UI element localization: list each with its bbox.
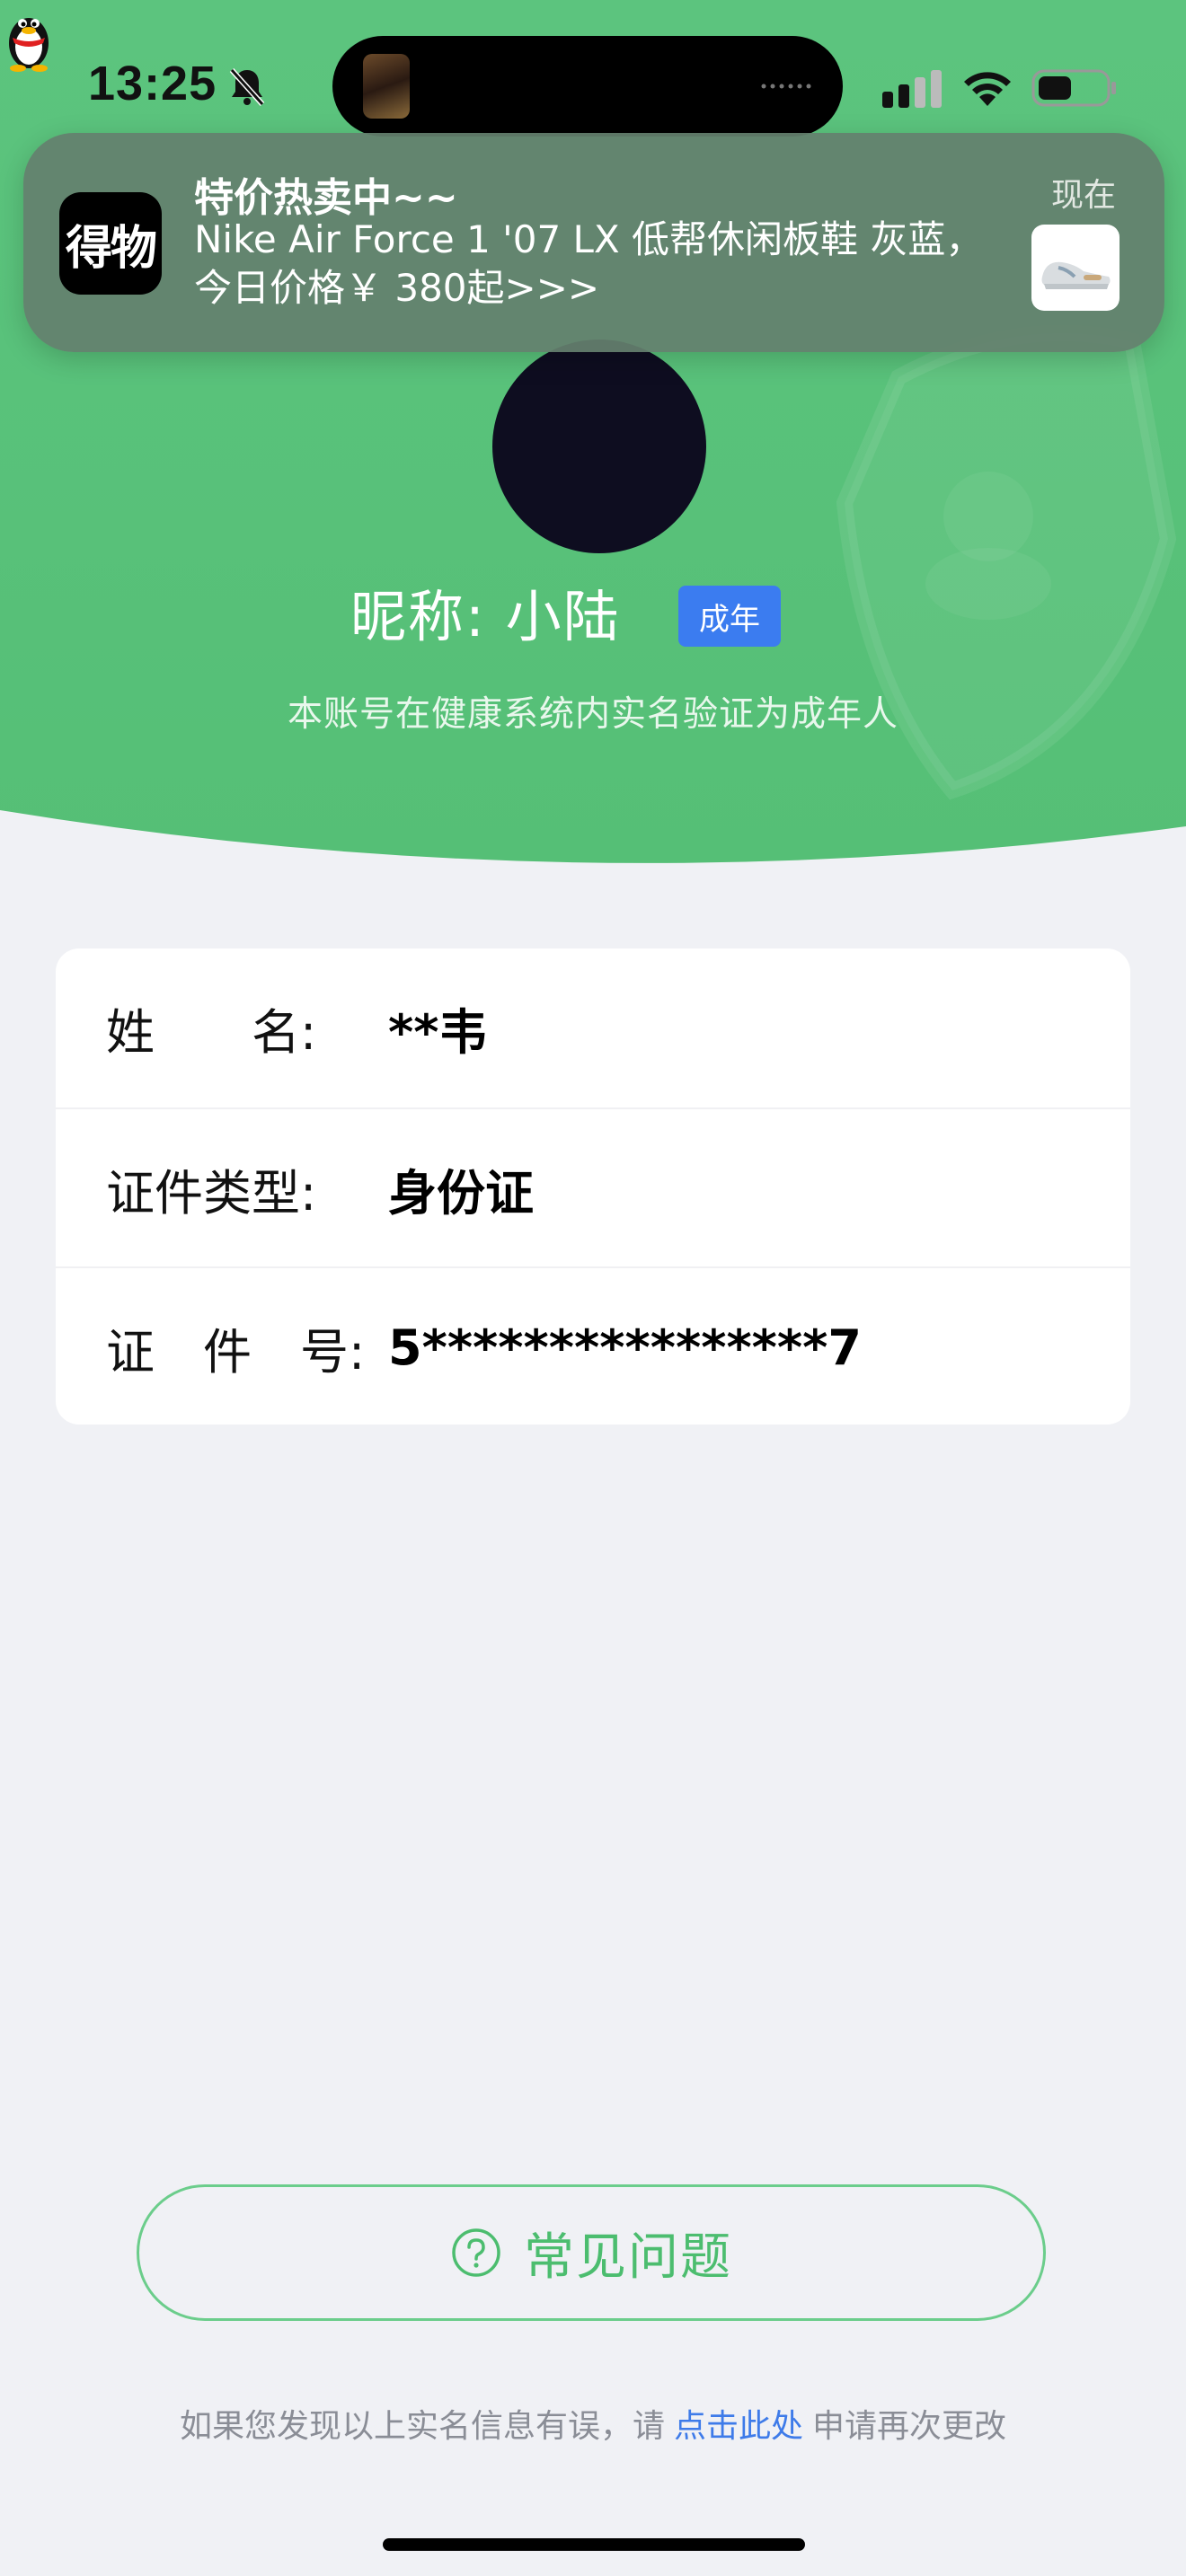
verification-note: 本账号在健康系统内实名验证为成年人: [287, 694, 898, 735]
faq-button-label: 常见问题: [524, 2228, 732, 2285]
question-circle-icon: [452, 2228, 500, 2277]
notification-app-icon: 得物: [59, 192, 162, 295]
id-type-value: 身份证: [388, 1164, 534, 1222]
wifi-icon: [964, 72, 1011, 106]
island-media-thumbnail: [363, 54, 410, 119]
notification-title: 特价热卖中~~: [194, 175, 458, 221]
status-time: 13:25: [88, 57, 217, 110]
change-request-link[interactable]: 点击此处: [674, 2408, 803, 2445]
footer-note: 如果您发现以上实名信息有误，请 点击此处 申请再次更改: [0, 2400, 1186, 2447]
notification-time: 现在: [1051, 177, 1117, 214]
adult-badge: 成年: [678, 586, 781, 647]
cellular-signal-icon: [882, 70, 942, 108]
battery-icon: [1031, 69, 1116, 107]
id-type-label: 证件类型:: [106, 1164, 317, 1222]
info-row-name: 姓 名: **韦: [56, 948, 1130, 1107]
notification-body: Nike Air Force 1 '07 LX 低帮休闲板鞋 灰蓝，今日价格￥ …: [194, 217, 984, 310]
bell-muted-icon: [229, 67, 265, 107]
avatar: [492, 340, 706, 553]
info-row-id-type: 证件类型: 身份证: [56, 1107, 1130, 1267]
faq-button[interactable]: 常见问题: [137, 2184, 1046, 2321]
qq-penguin-icon: [9, 18, 49, 72]
id-number-label: 证 件 号:: [106, 1323, 366, 1381]
identity-info-card: 姓 名: **韦 证件类型: 身份证 证 件 号: 5*************…: [56, 948, 1130, 1425]
sneaker-icon: [1041, 261, 1111, 289]
notification-product-thumbnail: [1031, 225, 1120, 311]
name-label: 姓 名:: [106, 1003, 317, 1061]
footer-prefix: 如果您发现以上实名信息有误，请: [179, 2408, 665, 2445]
island-activity-dots: [761, 84, 811, 89]
name-value: **韦: [388, 1003, 488, 1061]
footer-suffix: 申请再次更改: [812, 2408, 1007, 2445]
home-indicator[interactable]: [383, 2538, 805, 2551]
info-row-id-number: 证 件 号: 5****************7: [56, 1266, 1130, 1425]
nickname: 昵称: 小陆: [350, 584, 621, 649]
id-number-value: 5****************7: [388, 1319, 862, 1376]
